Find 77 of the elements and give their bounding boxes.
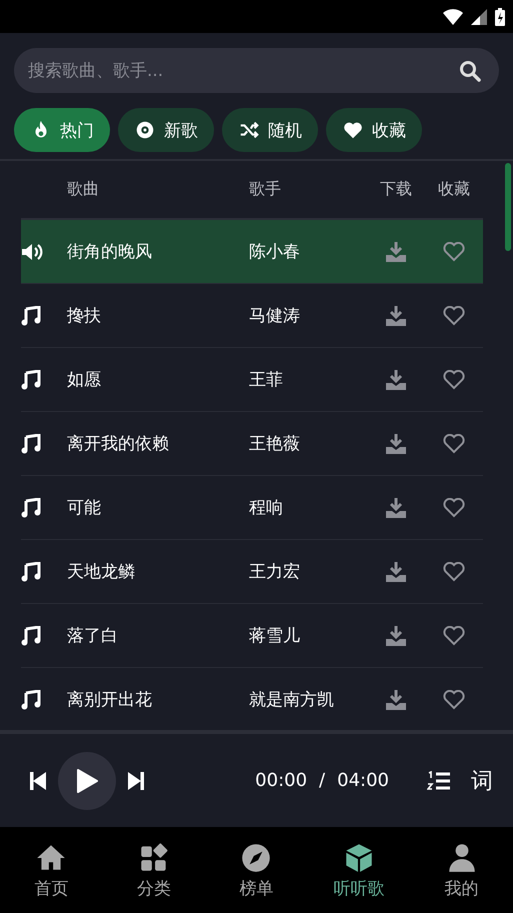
heart-icon[interactable] [443,306,465,326]
heart-icon[interactable] [443,626,465,646]
song-row[interactable]: 离开我的依赖 王艳薇 [21,412,483,476]
filter-chip[interactable]: 新歌 [118,108,214,152]
artist-name: 陈小春 [249,241,301,263]
filter-chip[interactable]: 收藏 [326,108,422,152]
disc-icon [134,119,156,141]
shuffle-icon [238,119,260,141]
song-title: 离开我的依赖 [67,433,170,455]
heart-icon[interactable] [443,498,465,518]
time-separator: / [319,770,326,791]
song-row[interactable]: 街角的晚风 陈小春 [21,220,483,284]
artist-name: 蒋雪儿 [249,625,301,647]
music-note-icon [21,434,41,454]
heart-icon[interactable] [443,434,465,454]
nav-tab[interactable]: 首页 [0,827,103,913]
music-note-icon [21,626,41,646]
play-icon [76,768,98,792]
song-title: 离别开出花 [67,689,153,711]
music-note-icon [21,562,41,582]
download-icon[interactable] [385,240,407,262]
song-title: 如愿 [67,369,102,391]
download-icon[interactable] [385,496,407,518]
artist-name: 马健涛 [249,305,301,327]
song-row[interactable]: 天地龙鳞 王力宏 [21,540,483,604]
artist-name: 程响 [249,497,284,519]
song-title: 可能 [67,497,102,519]
signal-icon [471,8,487,24]
filter-chip[interactable]: 热门 [14,108,110,152]
song-row[interactable]: 离别开出花 就是南方凯 [21,668,483,730]
lyrics-button[interactable]: 词 [471,766,493,796]
search-field[interactable]: 搜索歌曲、歌手... [14,48,499,93]
heart-icon[interactable] [443,242,465,262]
filter-chip[interactable]: 随机 [222,108,318,152]
song-title: 搀扶 [67,305,102,327]
song-row[interactable]: 落了白 蒋雪儿 [21,604,483,668]
speaker-icon [21,242,45,262]
playlist-icon[interactable] [427,770,451,790]
column-header: 歌曲 [67,179,100,200]
column-header: 收藏 [437,179,471,200]
music-note-icon [21,498,41,518]
wifi-icon [443,8,463,24]
download-icon[interactable] [385,368,407,390]
download-icon[interactable] [385,432,407,454]
song-row[interactable]: 可能 程响 [21,476,483,540]
duration-time: 04:00 [337,770,389,791]
elapsed-time: 00:00 [255,770,308,791]
song-row[interactable]: 搀扶 马健涛 [21,284,483,348]
download-icon[interactable] [385,560,407,582]
artist-name: 就是南方凯 [249,689,335,711]
search-icon[interactable] [459,60,481,82]
scrollbar[interactable] [505,163,511,251]
music-note-icon [21,306,41,326]
song-title: 天地龙鳞 [67,561,136,583]
heart-icon[interactable] [443,690,465,710]
column-header: 下载 [379,179,413,200]
heart-icon[interactable] [443,370,465,390]
column-header: 歌手 [249,179,282,200]
heart-icon[interactable] [443,562,465,582]
next-icon[interactable] [128,772,144,790]
download-icon[interactable] [385,624,407,646]
song-title: 街角的晚风 [67,241,153,263]
nav-tab[interactable]: 分类 [102,827,206,913]
download-icon[interactable] [385,688,407,710]
nav-tab[interactable]: 榜单 [205,827,308,913]
nav-tab[interactable]: 我的 [410,827,513,913]
music-note-icon [21,370,41,390]
artist-name: 王艳薇 [249,433,301,455]
download-icon[interactable] [385,304,407,326]
battery-icon [495,8,505,26]
song-row[interactable]: 如愿 王菲 [21,348,483,412]
music-note-icon [21,690,41,710]
previous-icon[interactable] [30,772,46,790]
artist-name: 王力宏 [249,561,301,583]
artist-name: 王菲 [249,369,284,391]
song-title: 落了白 [67,625,119,647]
nav-tab[interactable]: 听听歌 [308,827,410,913]
